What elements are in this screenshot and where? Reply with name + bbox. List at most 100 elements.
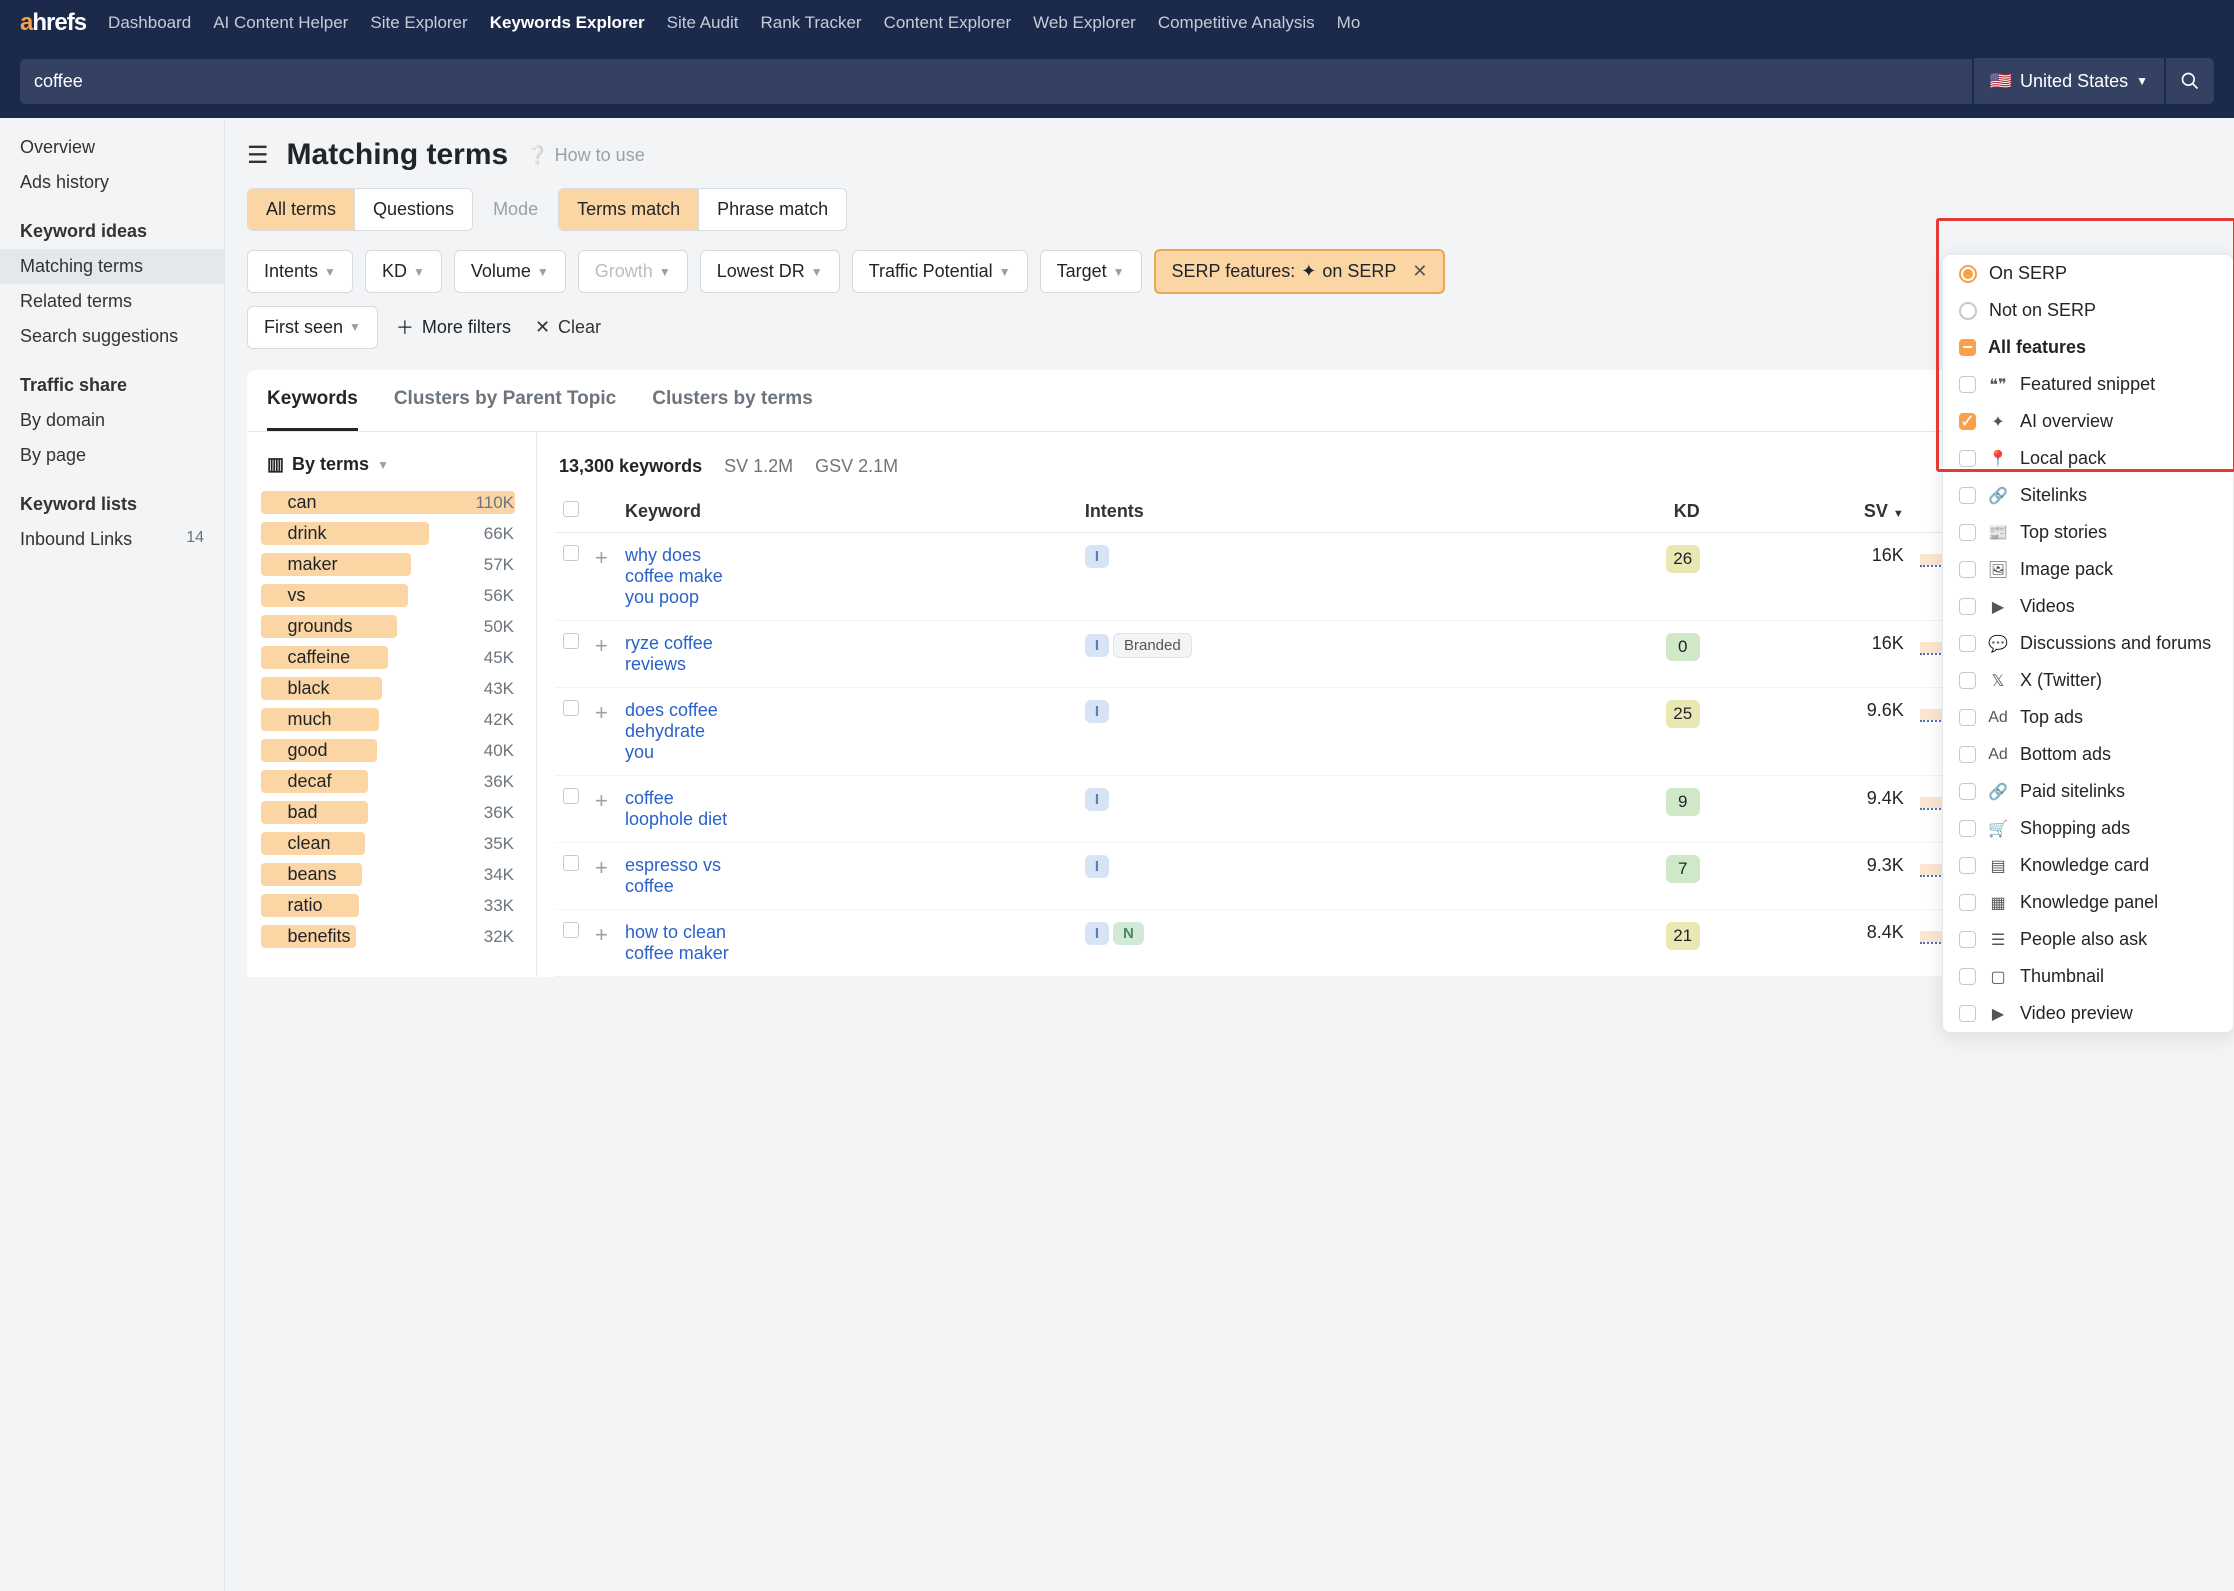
- search-button[interactable]: [2166, 58, 2214, 104]
- term-row[interactable]: ▶ clean 35K: [247, 828, 536, 859]
- sidebar-matching-terms[interactable]: Matching terms: [0, 249, 224, 284]
- nav-site-audit[interactable]: Site Audit: [667, 13, 739, 33]
- nav-content-explorer[interactable]: Content Explorer: [884, 13, 1012, 33]
- add-keyword-button[interactable]: +: [595, 855, 608, 880]
- add-keyword-button[interactable]: +: [595, 922, 608, 947]
- pill-phrase-match[interactable]: Phrase match: [699, 189, 846, 230]
- nav-site-explorer[interactable]: Site Explorer: [370, 13, 467, 33]
- sidebar-inbound-links[interactable]: Inbound Links 14: [0, 522, 224, 557]
- filter-growth[interactable]: Growth▼: [578, 250, 688, 293]
- keyword-link[interactable]: how to clean coffee maker: [625, 922, 735, 964]
- row-checkbox[interactable]: [563, 922, 579, 938]
- nav-rank-tracker[interactable]: Rank Tracker: [760, 13, 861, 33]
- pill-terms-match[interactable]: Terms match: [559, 189, 699, 230]
- sidebar-ads-history[interactable]: Ads history: [0, 165, 224, 200]
- filter-intents[interactable]: Intents▼: [247, 250, 353, 293]
- serp-feature-option[interactable]: 🛒 Shopping ads: [1943, 810, 2233, 847]
- term-row[interactable]: ▶ much 42K: [247, 704, 536, 735]
- radio-not-on-serp[interactable]: Not on SERP: [1943, 292, 2233, 329]
- logo[interactable]: ahrefs: [20, 9, 86, 37]
- term-row[interactable]: ▶ benefits 32K: [247, 921, 536, 952]
- add-keyword-button[interactable]: +: [595, 633, 608, 658]
- serp-feature-option[interactable]: 📰 Top stories: [1943, 514, 2233, 551]
- filter-traffic-potential[interactable]: Traffic Potential▼: [852, 250, 1028, 293]
- row-checkbox[interactable]: [563, 788, 579, 804]
- term-row[interactable]: ▶ beans 34K: [247, 859, 536, 890]
- serp-feature-option[interactable]: ☰ People also ask: [1943, 921, 2233, 958]
- filter-lowest-dr[interactable]: Lowest DR▼: [700, 250, 840, 293]
- by-terms-dropdown[interactable]: ▥ By terms ▼: [247, 442, 536, 487]
- add-keyword-button[interactable]: +: [595, 700, 608, 725]
- filter-serp-features[interactable]: SERP features: ✦ on SERP ✕: [1154, 249, 1446, 294]
- filter-kd[interactable]: KD▼: [365, 250, 442, 293]
- pill-all-terms[interactable]: All terms: [248, 189, 355, 230]
- close-icon[interactable]: ✕: [1412, 261, 1427, 282]
- keyword-link[interactable]: coffee loophole diet: [625, 788, 735, 830]
- term-row[interactable]: ▶ vs 56K: [247, 580, 536, 611]
- row-checkbox[interactable]: [563, 633, 579, 649]
- serp-feature-option[interactable]: ❝❞ Featured snippet: [1943, 366, 2233, 403]
- nav-web-explorer[interactable]: Web Explorer: [1033, 13, 1136, 33]
- serp-feature-option[interactable]: 🖼 Image pack: [1943, 551, 2233, 588]
- nav-keywords-explorer[interactable]: Keywords Explorer: [490, 13, 645, 33]
- keyword-link[interactable]: does coffee dehydrate you: [625, 700, 735, 763]
- serp-feature-option[interactable]: 📍 Local pack: [1943, 440, 2233, 477]
- serp-feature-option[interactable]: 🔗 Sitelinks: [1943, 477, 2233, 514]
- term-row[interactable]: ▶ decaf 36K: [247, 766, 536, 797]
- sidebar-overview[interactable]: Overview: [0, 130, 224, 165]
- tab-clusters-terms[interactable]: Clusters by terms: [652, 370, 813, 431]
- term-row[interactable]: ▶ drink 66K: [247, 518, 536, 549]
- col-sv[interactable]: SV ▼: [1708, 491, 1912, 533]
- how-to-use-link[interactable]: ❔ How to use: [526, 145, 644, 166]
- tab-clusters-parent[interactable]: Clusters by Parent Topic: [394, 370, 616, 431]
- keyword-link[interactable]: ryze coffee reviews: [625, 633, 735, 675]
- row-checkbox[interactable]: [563, 545, 579, 561]
- term-row[interactable]: ▶ caffeine 45K: [247, 642, 536, 673]
- row-checkbox[interactable]: [563, 700, 579, 716]
- keyword-link[interactable]: espresso vs coffee: [625, 855, 735, 897]
- tab-keywords[interactable]: Keywords: [267, 370, 358, 431]
- nav-dashboard[interactable]: Dashboard: [108, 13, 191, 33]
- sidebar-search-suggestions[interactable]: Search suggestions: [0, 319, 224, 354]
- serp-feature-option[interactable]: ▦ Knowledge panel: [1943, 884, 2233, 921]
- serp-feature-option[interactable]: ▢ Thumbnail: [1943, 958, 2233, 995]
- serp-feature-option[interactable]: Ad Bottom ads: [1943, 736, 2233, 773]
- keyword-link[interactable]: why does coffee make you poop: [625, 545, 735, 608]
- more-filters-button[interactable]: ＋More filters: [390, 304, 517, 350]
- sidebar-related-terms[interactable]: Related terms: [0, 284, 224, 319]
- term-row[interactable]: ▶ grounds 50K: [247, 611, 536, 642]
- col-kd[interactable]: KD: [1525, 491, 1707, 533]
- term-row[interactable]: ▶ ratio 33K: [247, 890, 536, 921]
- nav-more[interactable]: Mo: [1337, 13, 1361, 33]
- term-row[interactable]: ▶ good 40K: [247, 735, 536, 766]
- row-checkbox[interactable]: [563, 855, 579, 871]
- serp-feature-option[interactable]: 𝕏 X (Twitter): [1943, 662, 2233, 699]
- serp-feature-option[interactable]: ▤ Knowledge card: [1943, 847, 2233, 884]
- select-all-checkbox[interactable]: [563, 501, 579, 517]
- sidebar-by-page[interactable]: By page: [0, 438, 224, 473]
- term-row[interactable]: ▶ can 110K: [247, 487, 536, 518]
- add-keyword-button[interactable]: +: [595, 788, 608, 813]
- serp-feature-option[interactable]: ▶ Videos: [1943, 588, 2233, 625]
- col-keyword[interactable]: Keyword: [617, 491, 1077, 533]
- serp-feature-option[interactable]: ✓ ✦ AI overview: [1943, 403, 2233, 440]
- nav-ai-content-helper[interactable]: AI Content Helper: [213, 13, 348, 33]
- term-row[interactable]: ▶ black 43K: [247, 673, 536, 704]
- sidebar-toggle-icon[interactable]: ☰: [247, 141, 269, 170]
- nav-competitive-analysis[interactable]: Competitive Analysis: [1158, 13, 1315, 33]
- keyword-search-input[interactable]: [20, 59, 1972, 104]
- serp-feature-option[interactable]: Ad Top ads: [1943, 699, 2233, 736]
- serp-feature-option[interactable]: 💬 Discussions and forums: [1943, 625, 2233, 662]
- col-intents[interactable]: Intents: [1077, 491, 1525, 533]
- filter-first-seen[interactable]: First seen▼: [247, 306, 378, 349]
- term-row[interactable]: ▶ bad 36K: [247, 797, 536, 828]
- sidebar-by-domain[interactable]: By domain: [0, 403, 224, 438]
- filter-volume[interactable]: Volume▼: [454, 250, 566, 293]
- pill-questions[interactable]: Questions: [355, 189, 472, 230]
- clear-filters-button[interactable]: ✕Clear: [529, 307, 607, 348]
- serp-feature-option[interactable]: ▶ Video preview: [1943, 995, 2233, 1032]
- filter-target[interactable]: Target▼: [1040, 250, 1142, 293]
- add-keyword-button[interactable]: +: [595, 545, 608, 570]
- radio-on-serp[interactable]: On SERP: [1943, 255, 2233, 292]
- serp-feature-option[interactable]: 🔗 Paid sitelinks: [1943, 773, 2233, 810]
